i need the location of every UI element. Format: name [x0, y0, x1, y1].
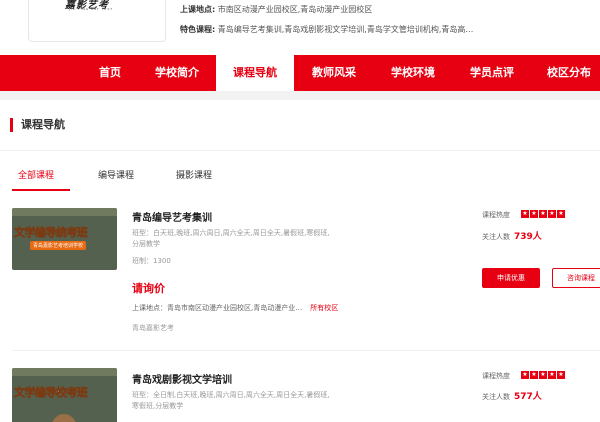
- course-class-type-line1: 班型：白天班,晚班,周六周日,周六全天,周日全天,暑假班,寒假班,: [132, 229, 330, 237]
- tab-directing-courses[interactable]: 编导课程: [98, 168, 134, 181]
- section-gap: [0, 91, 600, 100]
- course-divider: [12, 350, 600, 351]
- address-value: 市南区动漫产业园校区,青岛动漫产业园校区: [217, 5, 373, 14]
- course-price[interactable]: 请询价: [132, 280, 165, 296]
- nav-item-teachers[interactable]: 教师风采: [298, 55, 370, 91]
- nav-item-home[interactable]: 首页: [84, 55, 136, 91]
- features-line: 特色课程: 青岛编导艺考集训,青岛戏剧影视文学培训,青岛学文管培训机构,青岛高…: [180, 24, 473, 35]
- course-follow-count: 关注人数 577人: [482, 389, 542, 402]
- course-class-type-line2: 分层教学: [132, 240, 160, 248]
- follow-label: 关注人数: [482, 233, 510, 241]
- course-address-text: 上课地点：青岛市南区动漫产业园校区,青岛动漫产业…: [132, 304, 303, 312]
- course-class-type: 班型：白天班,晚班,周六周日,周六全天,周日全天,暑假班,寒假班, 分层教学: [132, 228, 372, 250]
- follow-count-value: 739人: [514, 232, 542, 242]
- logo-brand-subtext: JIA YING ART TEST: [69, 7, 114, 11]
- star-icon: ★: [557, 371, 565, 379]
- course-class-type-line1: 班型：全日制,白天班,晚班,周六周日,周六全天,周日全天,暑假班,: [132, 391, 330, 399]
- thumbnail-figure: [52, 414, 76, 422]
- nav-item-campuses[interactable]: 校区分布: [534, 55, 600, 91]
- features-label: 特色课程:: [180, 25, 216, 34]
- course-thumbnail[interactable]: 文学编导校考班: [12, 368, 117, 422]
- course-address: 上课地点：青岛市南区动漫产业园校区,青岛动漫产业… 所有校区: [132, 303, 338, 313]
- course-heat-label: 课程热度: [482, 372, 510, 380]
- course-heat-rating: ★ ★ ★ ★ ★: [521, 210, 565, 218]
- course-class-hours: 班制：1300: [132, 257, 171, 265]
- course-thumbnail[interactable]: 文学编导统考班 青岛嘉影艺考培训学校: [12, 208, 117, 270]
- thumbnail-title: 文学编导校考班: [14, 386, 89, 400]
- star-icon: ★: [557, 210, 565, 218]
- course-class-type-line2: 寒假班,分层教学: [132, 402, 184, 410]
- all-campus-link[interactable]: 所有校区: [310, 304, 338, 312]
- address-label: 上课地点:: [180, 5, 216, 14]
- school-logo[interactable]: 嘉影艺考 JIA YING ART TEST: [28, 0, 166, 42]
- nav-item-environment[interactable]: 学校环境: [376, 55, 450, 91]
- nav-item-reviews[interactable]: 学员点评: [456, 55, 528, 91]
- tab-all-courses[interactable]: 全部课程: [18, 168, 54, 181]
- star-icon: ★: [530, 371, 538, 379]
- nav-item-school-intro[interactable]: 学校简介: [142, 55, 212, 91]
- star-icon: ★: [539, 371, 547, 379]
- thumbnail-title: 文学编导统考班: [14, 226, 89, 240]
- course-title[interactable]: 青岛编导艺考集训: [132, 209, 212, 224]
- course-heat-label: 课程热度: [482, 211, 510, 219]
- star-icon: ★: [539, 210, 547, 218]
- course-heat-rating: ★ ★ ★ ★ ★: [521, 371, 565, 379]
- follow-count-value: 577人: [514, 392, 542, 402]
- address-line: 上课地点: 市南区动漫产业园校区,青岛动漫产业园校区: [180, 4, 372, 15]
- thumbnail-subtitle: 青岛嘉影艺考培训学校: [30, 241, 87, 250]
- section-title: 课程导航: [10, 118, 65, 132]
- apply-discount-button[interactable]: 申请优惠: [482, 268, 540, 288]
- star-icon: ★: [530, 210, 538, 218]
- star-icon: ★: [521, 210, 529, 218]
- features-value: 青岛编导艺考集训,青岛戏剧影视文学培训,青岛学文管培训机构,青岛高…: [217, 25, 474, 34]
- tab-photography-courses[interactable]: 摄影课程: [176, 168, 212, 181]
- follow-label: 关注人数: [482, 393, 510, 401]
- star-icon: ★: [548, 210, 556, 218]
- star-icon: ★: [548, 371, 556, 379]
- thumbnail-top-band: [12, 368, 117, 376]
- thumbnail-top-band: [12, 208, 117, 216]
- course-title[interactable]: 青岛戏剧影视文学培训: [132, 371, 232, 386]
- section-divider: [0, 150, 600, 151]
- course-class-type: 班型：全日制,白天班,晚班,周六周日,周六全天,周日全天,暑假班, 寒假班,分层…: [132, 390, 372, 412]
- nav-item-course-nav[interactable]: 课程导航: [216, 55, 294, 91]
- consult-course-button[interactable]: 咨询课程: [552, 268, 600, 288]
- active-tab-indicator: [12, 189, 70, 191]
- star-icon: ★: [521, 371, 529, 379]
- main-nav: 首页 学校简介 课程导航 教师风采 学校环境 学员点评 校区分布: [0, 55, 600, 91]
- school-header: 嘉影艺考 JIA YING ART TEST 上课地点: 市南区动漫产业园校区,…: [0, 0, 600, 50]
- course-school-name[interactable]: 青岛嘉影艺考: [132, 323, 174, 333]
- course-follow-count: 关注人数 739人: [482, 229, 542, 242]
